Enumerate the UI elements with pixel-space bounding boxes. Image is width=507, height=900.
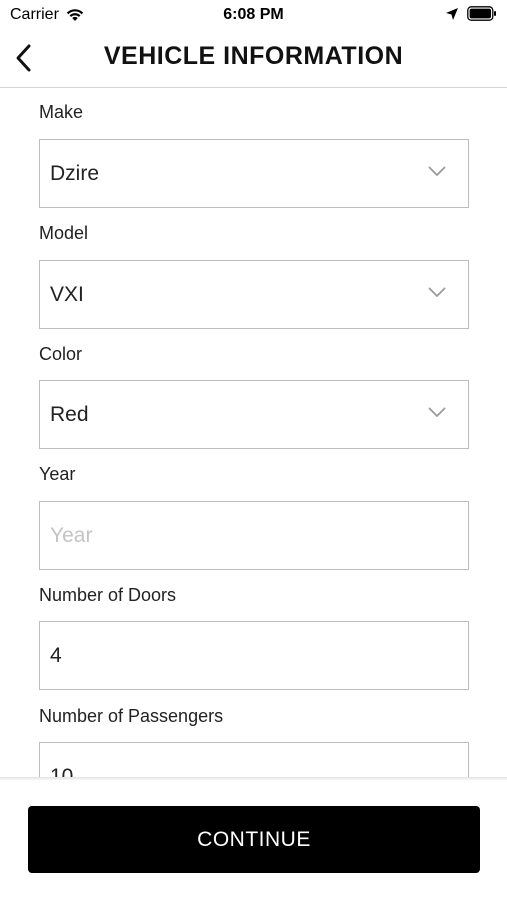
chevron-down-icon (428, 166, 446, 176)
chevron-down-icon (428, 407, 446, 417)
page-title: VEHICLE INFORMATION (103, 42, 404, 70)
passengers-input[interactable]: 10 (39, 742, 469, 777)
doors-input[interactable]: 4 (39, 621, 469, 690)
doors-value: 4 (50, 643, 62, 667)
location-arrow-icon (445, 7, 459, 21)
status-time: 6:08 PM (223, 6, 284, 23)
year-placeholder: Year (50, 523, 93, 547)
make-dropdown[interactable]: Dzire (39, 139, 469, 208)
vehicle-form: Make Dzire Model VXI Color Red Year Year (0, 89, 507, 777)
doors-label: Number of Doors (39, 585, 177, 605)
battery-icon (467, 6, 497, 21)
chevron-down-icon (428, 287, 446, 297)
bottom-bar: CONTINUE (0, 780, 507, 900)
passengers-label: Number of Passengers (39, 706, 224, 726)
status-bar: Carrier 6:08 PM (0, 0, 507, 30)
status-right (445, 6, 497, 21)
color-value: Red (50, 402, 89, 426)
nav-bar: VEHICLE INFORMATION (0, 30, 507, 88)
passengers-value: 10 (50, 764, 74, 778)
model-dropdown[interactable]: VXI (39, 260, 469, 329)
year-label: Year (39, 464, 76, 484)
make-value: Dzire (50, 161, 100, 185)
make-label: Make (39, 102, 84, 122)
model-label: Model (39, 223, 89, 243)
continue-button[interactable]: CONTINUE (28, 806, 480, 873)
model-value: VXI (50, 282, 84, 306)
color-label: Color (39, 344, 83, 364)
color-dropdown[interactable]: Red (39, 380, 469, 449)
vehicle-information-screen: Carrier 6:08 PM VEHICLE INFORMATION Make… (0, 0, 507, 900)
year-input[interactable]: Year (39, 501, 469, 570)
